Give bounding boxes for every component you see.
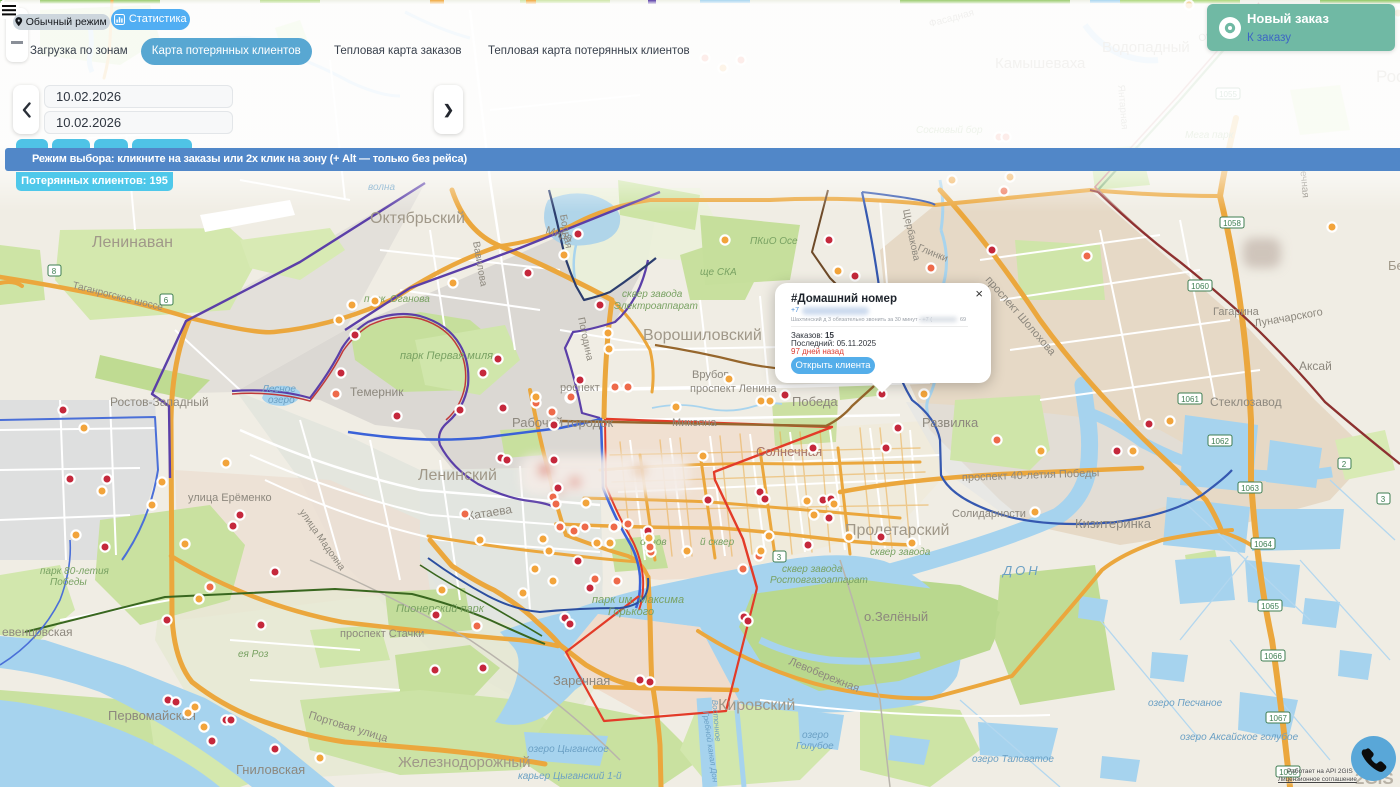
svg-text:Ленинский: Ленинский	[418, 467, 497, 484]
svg-text:проспект Стачки: проспект Стачки	[340, 628, 424, 640]
svg-text:1065: 1065	[1261, 602, 1279, 611]
svg-text:Бер: Бер	[1388, 258, 1400, 273]
svg-text:Аксай: Аксай	[1299, 359, 1332, 373]
svg-text:карьер Цыганский 1-й: карьер Цыганский 1-й	[518, 771, 622, 782]
svg-text:ДОН: ДОН	[1001, 563, 1041, 578]
svg-text:Электроаппарат: Электроаппарат	[614, 301, 698, 312]
svg-text:1058: 1058	[1223, 219, 1241, 228]
svg-text:Микояна: Микояна	[672, 417, 717, 429]
svg-text:Стеклозавод: Стеклозавод	[1210, 395, 1282, 409]
svg-text:Развилка: Развилка	[922, 415, 979, 430]
svg-text:1064: 1064	[1254, 540, 1272, 549]
svg-text:о.Зелёный: о.Зелёный	[864, 609, 928, 624]
svg-text:парк Первая миля: парк Первая миля	[400, 350, 493, 362]
svg-text:1062: 1062	[1211, 437, 1229, 446]
svg-text:озеро: озеро	[802, 730, 829, 741]
svg-text:Железнодорожный: Железнодорожный	[398, 754, 531, 771]
svg-text:Ростовгазоаппарат: Ростовгазоаппарат	[770, 575, 868, 586]
svg-text:сквер завода: сквер завода	[782, 564, 843, 575]
svg-text:ще СКА: ще СКА	[700, 267, 737, 278]
svg-text:сквер завода: сквер завода	[622, 289, 683, 300]
svg-text:Пролетарский: Пролетарский	[845, 522, 949, 539]
svg-text:парк им. Максима: парк им. Максима	[592, 594, 684, 606]
svg-text:озеро Аксайское голубое: озеро Аксайское голубое	[1180, 731, 1299, 743]
svg-text:Оганова: Оганова	[390, 294, 430, 305]
svg-text:евенцовская: евенцовская	[2, 625, 73, 639]
svg-text:1060: 1060	[1191, 282, 1209, 291]
svg-text:1061: 1061	[1181, 395, 1199, 404]
svg-text:ПКиО Осе: ПКиО Осе	[750, 236, 798, 247]
svg-text:озеро Песчаное: озеро Песчаное	[1148, 698, 1223, 709]
svg-text:Ростов-Западный: Ростов-Западный	[110, 395, 209, 409]
svg-text:озеро: озеро	[268, 395, 295, 406]
svg-text:1066: 1066	[1264, 652, 1282, 661]
svg-text:озеро Цыганское: озеро Цыганское	[528, 744, 609, 755]
svg-text:Победы: Победы	[50, 576, 87, 588]
svg-text:й сквер: й сквер	[700, 537, 735, 548]
svg-text:Темерник: Темерник	[350, 385, 404, 399]
svg-text:сквер завода: сквер завода	[870, 547, 931, 558]
svg-text:Ворошиловский: Ворошиловский	[643, 327, 762, 344]
svg-text:1063: 1063	[1241, 484, 1259, 493]
svg-text:Первомайская: Первомайская	[108, 708, 196, 723]
svg-text:Гниловская: Гниловская	[236, 762, 305, 777]
svg-text:Голубое: Голубое	[796, 740, 834, 752]
svg-text:парк 80-летия: парк 80-летия	[40, 566, 110, 577]
svg-text:Кировский: Кировский	[718, 697, 795, 714]
svg-text:3: 3	[1381, 495, 1386, 504]
svg-text:ея Роз: ея Роз	[238, 649, 269, 660]
svg-text:Солидарности: Солидарности	[952, 508, 1026, 520]
svg-text:проспект Ленина: проспект Ленина	[690, 383, 777, 395]
svg-text:Лесное: Лесное	[261, 384, 296, 395]
svg-text:Гагарина: Гагарина	[1213, 306, 1260, 318]
svg-text:Рабочий городок: Рабочий городок	[512, 415, 613, 430]
svg-text:6: 6	[164, 296, 169, 305]
svg-text:8: 8	[52, 267, 57, 276]
svg-text:Кизитеринка: Кизитеринка	[1075, 516, 1152, 531]
svg-text:3: 3	[777, 553, 782, 562]
svg-text:Заречная: Заречная	[553, 673, 610, 688]
svg-text:1067: 1067	[1269, 714, 1287, 723]
svg-text:улица Ерёменко: улица Ерёменко	[188, 492, 272, 504]
svg-text:Ленинаван: Ленинаван	[92, 234, 173, 251]
svg-text:Победа: Победа	[792, 394, 838, 409]
svg-text:озеро Таловатое: озеро Таловатое	[972, 754, 1054, 765]
svg-text:2: 2	[1342, 460, 1347, 469]
svg-text:Горького: Горького	[608, 606, 654, 618]
